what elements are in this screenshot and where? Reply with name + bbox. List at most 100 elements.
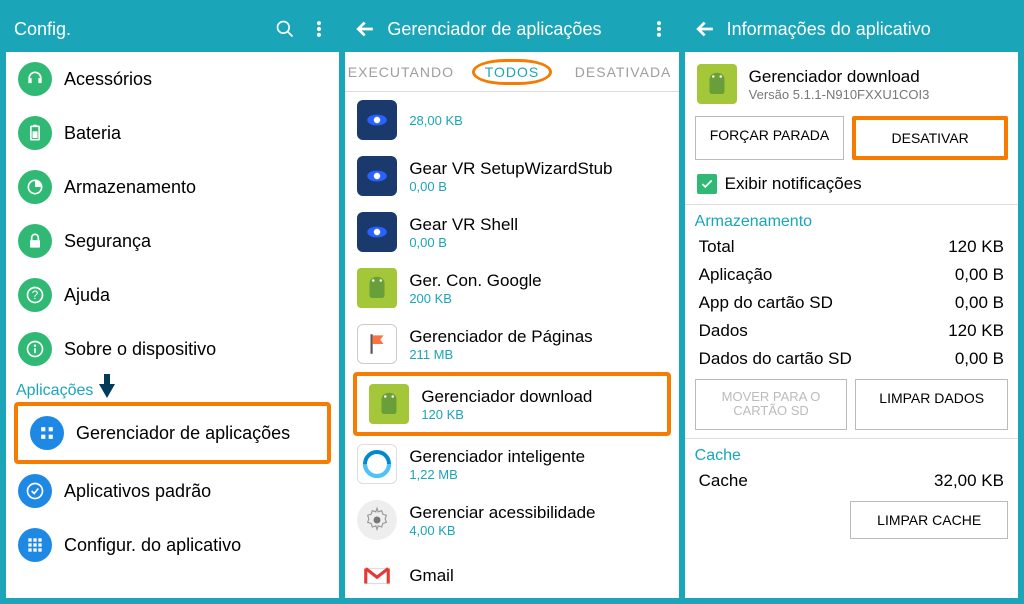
info-icon (18, 332, 52, 366)
force-stop-button[interactable]: FORÇAR PARADA (695, 116, 845, 160)
app-name: Gerenciador inteligente (409, 447, 585, 467)
app-name: Gerenciar acessibilidade (409, 503, 595, 523)
app-list-item[interactable]: Gerenciador download 120 KB (353, 372, 670, 436)
dots-icon (18, 528, 52, 562)
settings-item-label: Configur. do aplicativo (64, 535, 241, 556)
samsung-icon (357, 100, 397, 140)
more-icon[interactable] (647, 17, 671, 41)
storage-row: App do cartão SD0,00 B (685, 289, 1018, 317)
storage-icon (18, 170, 52, 204)
flag-icon (357, 324, 397, 364)
section-applications: Aplicações (6, 376, 339, 402)
settings-item[interactable]: Bateria (6, 106, 339, 160)
app-size: 4,00 KB (409, 523, 595, 538)
panel-app-manager: Gerenciador de aplicações EXECUTANDO TOD… (345, 6, 678, 598)
cache-header: Cache (685, 441, 1018, 467)
settings-item-label: Aplicativos padrão (64, 481, 211, 502)
app-name: Ger. Con. Google (409, 271, 541, 291)
panel-app-info: Informações do aplicativo Gerenciador do… (685, 6, 1018, 598)
disable-button[interactable]: DESATIVAR (852, 116, 1008, 160)
settings-item-label: Armazenamento (64, 177, 196, 198)
app-name: Gerenciador download (749, 67, 930, 87)
appbar: Config. (6, 6, 339, 52)
settings-item[interactable]: Gerenciador de aplicações (14, 402, 331, 464)
app-list-item[interactable]: Gerenciador de Páginas 211 MB (345, 316, 678, 372)
svg-text:?: ? (32, 289, 39, 302)
app-name: Gerenciador download (421, 387, 592, 407)
app-name: Gear VR SetupWizardStub (409, 159, 612, 179)
app-size: 28,00 KB (409, 113, 463, 128)
tab-all[interactable]: TODOS (456, 64, 567, 80)
settings-item[interactable]: Sobre o dispositivo (6, 322, 339, 376)
app-size: 0,00 B (409, 179, 612, 194)
tab-disabled[interactable]: DESATIVADA (568, 64, 679, 80)
appbar-title: Gerenciador de aplicações (387, 19, 636, 40)
storage-row: Dados120 KB (685, 317, 1018, 345)
appbar: Gerenciador de aplicações (345, 6, 678, 52)
settings-body: Acessórios Bateria Armazenamento Seguran… (6, 52, 339, 598)
smart-manager-icon (357, 444, 397, 484)
clear-cache-button[interactable]: LIMPAR CACHE (850, 501, 1008, 539)
battery-icon (18, 116, 52, 150)
check-icon (697, 174, 717, 194)
app-name: Gmail (409, 566, 453, 586)
android-icon (697, 64, 737, 104)
settings-item-label: Gerenciador de aplicações (76, 423, 290, 444)
help-icon: ? (18, 278, 52, 312)
android-icon (357, 268, 397, 308)
tabs: EXECUTANDO TODOS DESATIVADA (345, 52, 678, 92)
settings-item-label: Sobre o dispositivo (64, 339, 216, 360)
samsung-icon (357, 156, 397, 196)
settings-item[interactable]: Aplicativos padrão (6, 464, 339, 518)
app-list-item[interactable]: Gear VR Shell 0,00 B (345, 204, 678, 260)
tab-running[interactable]: EXECUTANDO (345, 64, 456, 80)
check-icon (18, 474, 52, 508)
back-icon[interactable] (693, 17, 717, 41)
app-list-item[interactable]: Gerenciar acessibilidade 4,00 KB (345, 492, 678, 548)
storage-row: Dados do cartão SD0,00 B (685, 345, 1018, 373)
app-size: 0,00 B (409, 235, 518, 250)
gear-icon (357, 500, 397, 540)
appbar: Informações do aplicativo (685, 6, 1018, 52)
app-info-body: Gerenciador download Versão 5.1.1-N910FX… (685, 52, 1018, 598)
app-name: Gerenciador de Páginas (409, 327, 592, 347)
app-header: Gerenciador download Versão 5.1.1-N910FX… (685, 52, 1018, 116)
app-list-item[interactable]: Gear VR SetupWizardStub 0,00 B (345, 148, 678, 204)
gmail-icon (357, 556, 397, 596)
app-list-item[interactable]: Ger. Con. Google 200 KB (345, 260, 678, 316)
settings-item[interactable]: Segurança (6, 214, 339, 268)
app-list-item[interactable]: 28,00 KB (345, 92, 678, 148)
samsung-icon (357, 212, 397, 252)
settings-item-label: Segurança (64, 231, 151, 252)
headphone-icon (18, 62, 52, 96)
app-list-item[interactable]: Gerenciador inteligente 1,22 MB (345, 436, 678, 492)
settings-item-label: Acessórios (64, 69, 152, 90)
app-name: Gear VR Shell (409, 215, 518, 235)
panel-settings: Config. Acessórios Bateria Armazenamento… (6, 6, 339, 598)
appbar-title: Informações do aplicativo (727, 19, 1010, 40)
app-size: 211 MB (409, 347, 592, 362)
settings-item[interactable]: Configur. do aplicativo (6, 518, 339, 572)
storage-header: Armazenamento (685, 207, 1018, 233)
settings-item[interactable]: Acessórios (6, 52, 339, 106)
move-to-sd-button: MOVER PARA O CARTÃO SD (695, 379, 848, 430)
app-size: 120 KB (421, 407, 592, 422)
more-icon[interactable] (307, 17, 331, 41)
settings-item[interactable]: Armazenamento (6, 160, 339, 214)
cache-row: Cache32,00 KB (685, 467, 1018, 495)
grid-icon (30, 416, 64, 450)
back-icon[interactable] (353, 17, 377, 41)
search-icon[interactable] (273, 17, 297, 41)
storage-row: Aplicação0,00 B (685, 261, 1018, 289)
clear-data-button[interactable]: LIMPAR DADOS (855, 379, 1008, 430)
settings-item[interactable]: ? Ajuda (6, 268, 339, 322)
app-version: Versão 5.1.1-N910FXXU1COI3 (749, 87, 930, 102)
settings-item-label: Bateria (64, 123, 121, 144)
storage-row: Total120 KB (685, 233, 1018, 261)
show-notifications-checkbox[interactable]: Exibir notificações (685, 170, 1018, 202)
app-list-item[interactable]: Gmail (345, 548, 678, 598)
arrow-down-icon (99, 384, 115, 398)
settings-item-label: Ajuda (64, 285, 110, 306)
app-list[interactable]: 28,00 KB Gear VR SetupWizardStub 0,00 B … (345, 92, 678, 598)
lock-icon (18, 224, 52, 258)
